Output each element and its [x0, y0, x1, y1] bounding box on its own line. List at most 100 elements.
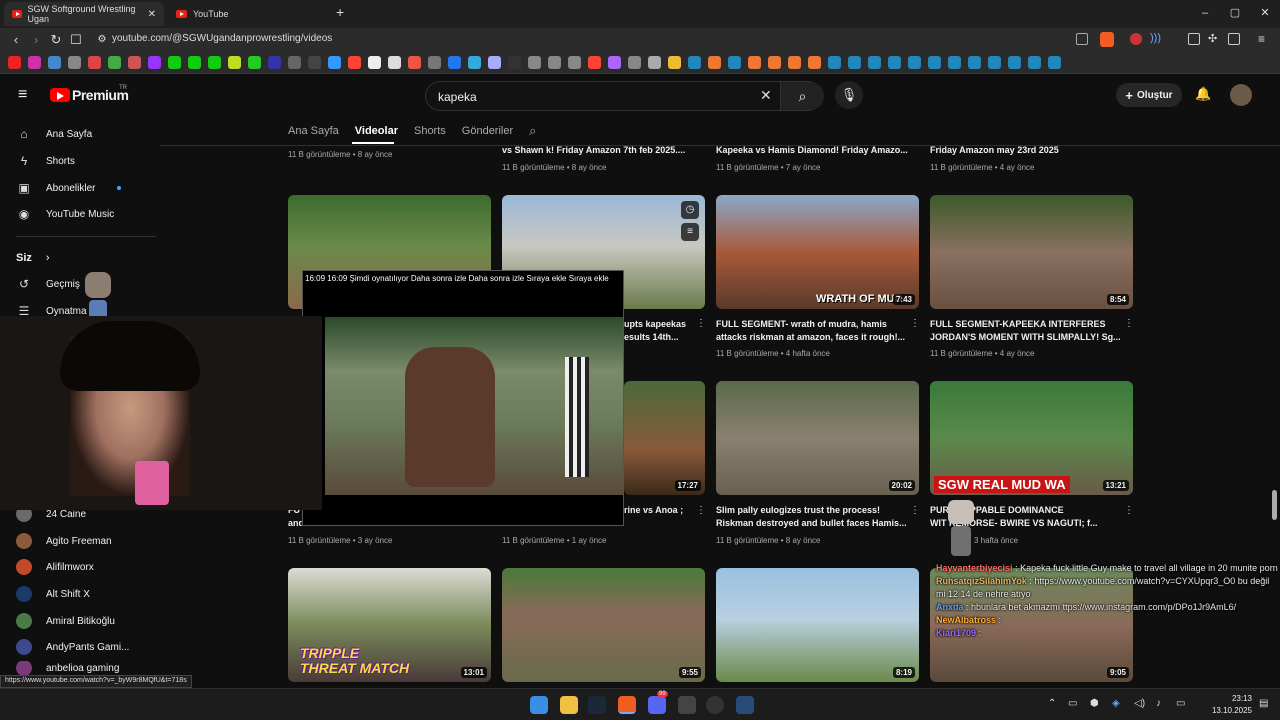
bookmark-steam-icon[interactable] — [928, 56, 941, 69]
bookmark-icon[interactable] — [388, 56, 401, 69]
more-options-icon[interactable]: ⋮ — [910, 505, 920, 516]
extensions-icon[interactable]: ✣ — [1208, 32, 1217, 45]
bookmark-steam-icon[interactable] — [888, 56, 901, 69]
bookmark-icon[interactable] — [488, 56, 501, 69]
video-title[interactable]: FULL SEGMENT- wrath of mudra, hamis atta… — [716, 318, 905, 344]
bookmark-steam-icon[interactable] — [908, 56, 921, 69]
discord-icon[interactable] — [648, 696, 666, 714]
video-title[interactable]: vs Shawn k! Friday Amazon 7th feb 2025..… — [502, 144, 685, 157]
video-title[interactable]: upts kapeekas esults 14th... — [624, 318, 686, 344]
bookmark-icon[interactable] — [368, 56, 381, 69]
reload-icon[interactable]: ↻ — [48, 32, 64, 48]
bookmark-steam-icon[interactable] — [1008, 56, 1021, 69]
more-options-icon[interactable]: ⋮ — [696, 505, 706, 516]
bookmark-icon[interactable] — [228, 56, 241, 69]
bookmark-steam-icon[interactable] — [1048, 56, 1061, 69]
video-thumbnail[interactable]: 9:55 — [502, 568, 705, 682]
bookmark-icon[interactable] — [408, 56, 421, 69]
bookmark-steam-icon[interactable] — [948, 56, 961, 69]
bookmark-reddit-icon[interactable] — [348, 56, 361, 69]
video-title[interactable]: Friday Amazon may 23rd 2025 — [930, 144, 1059, 157]
clock-time[interactable]: 23:13 — [1216, 694, 1252, 703]
sidebar-toggle-icon[interactable] — [1228, 33, 1240, 45]
video-thumbnail[interactable]: 8:19 — [716, 568, 919, 682]
file-explorer-icon[interactable] — [560, 696, 578, 714]
sidebar-item-subscriptions[interactable]: ▣ Abonelikler — [16, 175, 122, 201]
bookmark-steam-icon[interactable] — [868, 56, 881, 69]
bookmark-icon[interactable] — [628, 56, 641, 69]
bookmark-icon[interactable] — [708, 56, 721, 69]
wallet-icon[interactable] — [1188, 33, 1200, 45]
channel-item[interactable]: Agito Freeman — [16, 528, 112, 554]
channel-item[interactable]: Amiral Bitikoğlu — [16, 608, 115, 634]
video-thumbnail[interactable]: TRIPPLE THREAT MATCH 13:01 — [288, 568, 491, 682]
bookmark-icon[interactable] — [528, 56, 541, 69]
channel-item[interactable]: AndyPants Gami... — [16, 634, 129, 660]
tab-youtube[interactable]: YouTube — [168, 2, 328, 26]
search-box[interactable]: kapeka ✕ ⌕ — [425, 81, 824, 111]
video-preview-popup[interactable]: 16:09 16:09 Şimdi oynatılıyor Daha sonra… — [302, 270, 624, 526]
bookmark-steam-icon[interactable] — [728, 56, 741, 69]
bookmark-youtube-icon[interactable] — [8, 56, 21, 69]
search-icon[interactable]: ⌕ — [780, 82, 824, 110]
obs-icon[interactable] — [706, 696, 724, 714]
clock-date[interactable]: 13.10.2025 — [1210, 706, 1252, 715]
sidebar-item-history[interactable]: ↺ Geçmiş — [16, 271, 80, 297]
brave-browser-icon[interactable] — [618, 696, 636, 714]
bookmark-kick-icon[interactable] — [208, 56, 221, 69]
bookmark-steam-icon[interactable] — [688, 56, 701, 69]
site-info-icon[interactable]: ⚙ — [94, 32, 110, 48]
more-options-icon[interactable]: ⋮ — [910, 318, 920, 329]
sidebar-item-shorts[interactable]: ϟ Shorts — [16, 148, 75, 174]
bookmark-icon[interactable] — [268, 56, 281, 69]
bookmark-icon[interactable] — [428, 56, 441, 69]
video-thumbnail[interactable]: 20:02 — [716, 381, 919, 495]
tab-home[interactable]: Ana Sayfa — [288, 125, 339, 137]
bookmark-steam-icon[interactable] — [828, 56, 841, 69]
close-window-icon[interactable]: ✕ — [1250, 4, 1280, 22]
bookmark-icon[interactable] — [568, 56, 581, 69]
bookmark-icon[interactable] — [548, 56, 561, 69]
tab-videos[interactable]: Videolar — [355, 125, 398, 137]
channel-item[interactable]: Alt Shift X — [16, 581, 90, 607]
url-field[interactable]: youtube.com/@SGWUgandanprowrestling/vide… — [112, 33, 332, 44]
start-menu-icon[interactable] — [530, 696, 548, 714]
maximize-icon[interactable]: ▢ — [1220, 4, 1250, 22]
more-options-icon[interactable]: ⋮ — [1124, 505, 1134, 516]
bookmark-instagram-icon[interactable] — [28, 56, 41, 69]
minimize-icon[interactable]: – — [1190, 4, 1220, 22]
channel-item[interactable]: Alifilmworx — [16, 554, 94, 580]
video-thumbnail[interactable]: WRATH OF MUD... 7:43 — [716, 195, 919, 309]
more-options-icon[interactable]: ⋮ — [1124, 318, 1134, 329]
preview-video-frame[interactable] — [325, 317, 623, 495]
tab-posts[interactable]: Gönderiler — [462, 125, 513, 137]
bookmark-icon[interactable] — [808, 56, 821, 69]
bookmark-icon[interactable]: ☐ — [68, 32, 84, 48]
bookmark-icon[interactable] — [248, 56, 261, 69]
tray-steam-icon[interactable]: ◈ — [1112, 698, 1120, 709]
bookmark-icon[interactable] — [608, 56, 621, 69]
bookmark-icon[interactable] — [68, 56, 81, 69]
bookmark-icon[interactable] — [468, 56, 481, 69]
bookmark-icon[interactable] — [588, 56, 601, 69]
back-icon[interactable]: ‹ — [8, 32, 24, 48]
video-title[interactable]: Slim pally eulogizes trust the process! … — [716, 504, 907, 530]
mic-tray-icon[interactable]: ♪ — [1156, 698, 1161, 709]
watch-later-icon[interactable]: ◷ — [681, 201, 699, 219]
cast-icon[interactable] — [1076, 33, 1088, 45]
add-to-queue-icon[interactable]: ≡ — [681, 223, 699, 241]
bookmark-kick-icon[interactable] — [168, 56, 181, 69]
bookmark-icon[interactable] — [648, 56, 661, 69]
clear-search-icon[interactable]: ✕ — [760, 87, 772, 104]
bookmark-icon[interactable] — [448, 56, 461, 69]
bookmark-icon[interactable] — [748, 56, 761, 69]
bookmark-kick-icon[interactable] — [188, 56, 201, 69]
network-icon[interactable]: ▭ — [1176, 698, 1185, 709]
bookmark-icon[interactable] — [508, 56, 521, 69]
bookmark-icon[interactable] — [288, 56, 301, 69]
volume-tray-icon[interactable]: ◁) — [1134, 698, 1145, 709]
channel-search-icon[interactable]: ⌕ — [529, 123, 536, 139]
app-icon[interactable] — [678, 696, 696, 714]
bookmark-x-icon[interactable] — [308, 56, 321, 69]
tab-sgw[interactable]: SGW Softground Wrestling Ugan ✕ — [4, 2, 164, 26]
